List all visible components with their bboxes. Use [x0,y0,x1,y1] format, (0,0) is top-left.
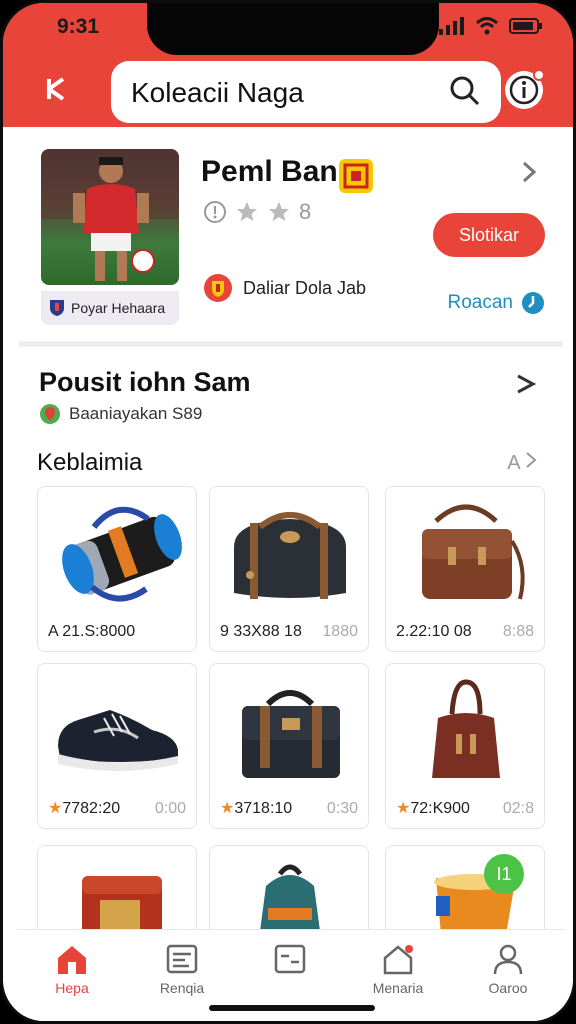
notch [147,3,439,55]
bell-house-icon [383,945,413,975]
app-logo-icon[interactable] [43,75,71,103]
team-crest-icon [204,274,232,302]
product-price: 9 33X88 18 [220,623,302,640]
nav-home-label: Hepa [55,980,89,996]
messenger-bag-icon [242,690,340,778]
player-photo [41,149,179,285]
home-icon [58,946,86,974]
product-card[interactable]: ★7782:20 0:00 [37,663,197,829]
section-subtitle: Baaniayakan S89 [39,403,202,425]
foam-roller-icon [62,506,182,602]
phone-screen: 9:31 Koleacii Naga Poyar Hehaara Peml Ba… [0,0,576,1024]
chevron-right-icon[interactable] [521,161,537,183]
product-sub: 8:88 [502,623,534,640]
product-sub: 0:30 [326,800,358,817]
player-illustration [41,149,179,281]
status-time: 9:31 [57,15,100,38]
product-card[interactable]: ★3718:10 0:30 [209,663,369,829]
star-icon [269,202,289,221]
header-title: Koleacii Naga [131,77,304,108]
rating-info-icon [204,201,226,223]
star-icon: ★ [48,800,63,817]
duffel-bag-icon [234,512,346,599]
photo-caption-text: Poyar Hehaara [71,300,166,316]
chevron-right-icon [526,452,537,468]
profile-icon [493,944,523,975]
product-price: ★72:K900 [396,800,470,817]
product-card[interactable]: A 21.S:8000 [37,486,197,652]
profile-rating: 8 [203,199,311,225]
leather-satchel-icon [422,504,525,600]
signal-icon [439,17,464,35]
photo-caption: Poyar Hehaara [41,291,179,325]
profile-card[interactable]: Poyar Hehaara Peml Ban 8 Slotikar Daliar… [19,127,563,347]
verified-badge-icon [339,159,373,193]
react-link[interactable]: Roacan [448,291,546,315]
category-title: Keblaimia [37,449,143,476]
clock-icon [522,292,544,314]
profile-name: Peml Ban [201,155,338,188]
team-name: Daliar Dola Jab [243,277,367,298]
star-icon: ★ [220,800,235,817]
nav-notifications-label: Menaria [372,980,424,996]
star-icon [237,202,257,221]
nav-notifications[interactable]: Menaria [353,942,443,996]
nav-card[interactable] [245,942,335,980]
battery-icon [509,18,542,34]
nav-profile-label: Oaroo [488,980,528,996]
list-icon [166,944,198,974]
home-indicator [209,1005,375,1011]
search-icon[interactable] [449,75,481,107]
nav-home[interactable]: Hepa [27,942,117,996]
product-price: ★7782:20 [48,800,121,817]
nav-list[interactable]: Renqia [137,942,227,996]
notification-dot [533,69,545,81]
nav-profile[interactable]: Oaroo [463,942,553,996]
category-more-link[interactable]: A [507,451,537,475]
section-subtitle-text: Baaniayakan S89 [69,404,203,423]
info-button[interactable] [505,69,545,109]
sneaker-icon [58,710,178,771]
rating-value: 8 [299,199,312,224]
nav-list-label: Renqia [159,980,205,996]
category-more-label: A [507,452,520,474]
search-bar[interactable]: Koleacii Naga [111,61,501,123]
product-price: ★3718:10 [220,800,293,817]
product-sub: 02:8 [502,800,534,817]
product-card[interactable]: 2.22:10 08 8:88 [385,486,545,652]
status-icons [439,17,543,35]
handbag-icon [432,679,500,778]
star-icon: ★ [396,800,411,817]
fab-button[interactable]: I1 [484,854,524,894]
location-pin-icon [40,404,60,424]
team-info: Daliar Dola Jab [203,273,366,303]
status-bar: 9:31 [3,3,573,55]
react-label: Roacan [447,292,514,313]
profile-action-button[interactable]: Slotikar [433,213,545,257]
product-card[interactable]: ★72:K900 02:8 [385,663,545,829]
chevron-right-icon[interactable] [515,373,537,395]
product-card[interactable]: 9 33X88 18 1880 [209,486,369,652]
app-header: 9:31 Koleacii Naga [3,3,573,127]
section-title: Pousit iohn Sam [39,367,251,397]
wifi-icon [475,17,499,35]
product-sub: 1880 [322,623,358,640]
card-icon [274,944,306,974]
product-price: A 21.S:8000 [48,623,136,640]
product-sub: 0:00 [154,800,186,817]
product-price: 2.22:10 08 [396,623,472,640]
club-shield-icon [50,300,64,316]
